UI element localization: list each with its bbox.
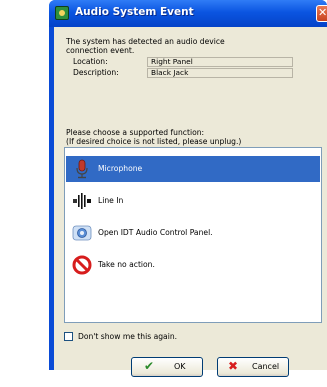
control-panel-icon: [72, 225, 92, 241]
option-microphone[interactable]: Microphone: [66, 156, 320, 182]
description-label: Description:: [73, 68, 119, 77]
option-line-in[interactable]: Line In: [66, 188, 320, 214]
location-value: Right Panel: [147, 57, 293, 67]
cancel-x-icon: ✖: [228, 359, 239, 373]
intro-text-line2: connection event.: [66, 46, 135, 55]
ok-button-label: OK: [174, 362, 186, 371]
title-bar[interactable]: Audio System Event ✕: [49, 0, 327, 27]
cancel-button[interactable]: ✖ Cancel: [217, 357, 289, 377]
function-list: Microphone Line In Open IDT Audio Contro…: [64, 147, 322, 323]
app-icon: [55, 6, 69, 20]
prompt-line2: (If desired choice is not listed, please…: [66, 137, 242, 146]
option-label: Take no action.: [98, 260, 155, 269]
dont-show-label: Don't show me this again.: [78, 332, 178, 341]
ok-button[interactable]: ✔ OK: [131, 357, 203, 377]
option-label: Line In: [98, 196, 124, 205]
checkmark-icon: ✔: [144, 359, 155, 373]
close-icon: ✕: [318, 6, 327, 19]
prompt-line1: Please choose a supported function:: [66, 128, 205, 137]
option-open-control-panel[interactable]: Open IDT Audio Control Panel.: [66, 220, 320, 246]
description-value: Black Jack: [147, 68, 293, 78]
microphone-icon: [76, 159, 88, 179]
cancel-button-label: Cancel: [252, 362, 280, 371]
dialog-body: The system has detected an audio device …: [54, 27, 327, 377]
close-button[interactable]: ✕: [316, 5, 327, 22]
dont-show-checkbox[interactable]: [64, 332, 73, 341]
line-in-icon: [73, 193, 91, 209]
no-action-icon: [72, 255, 92, 275]
location-label: Location:: [73, 57, 108, 66]
option-label: Microphone: [98, 164, 143, 173]
intro-text-line1: The system has detected an audio device: [66, 37, 225, 46]
window-title: Audio System Event: [75, 6, 194, 18]
dialog-window: Audio System Event ✕ The system has dete…: [49, 0, 327, 377]
option-label: Open IDT Audio Control Panel.: [98, 228, 213, 237]
option-take-no-action[interactable]: Take no action.: [66, 252, 320, 278]
